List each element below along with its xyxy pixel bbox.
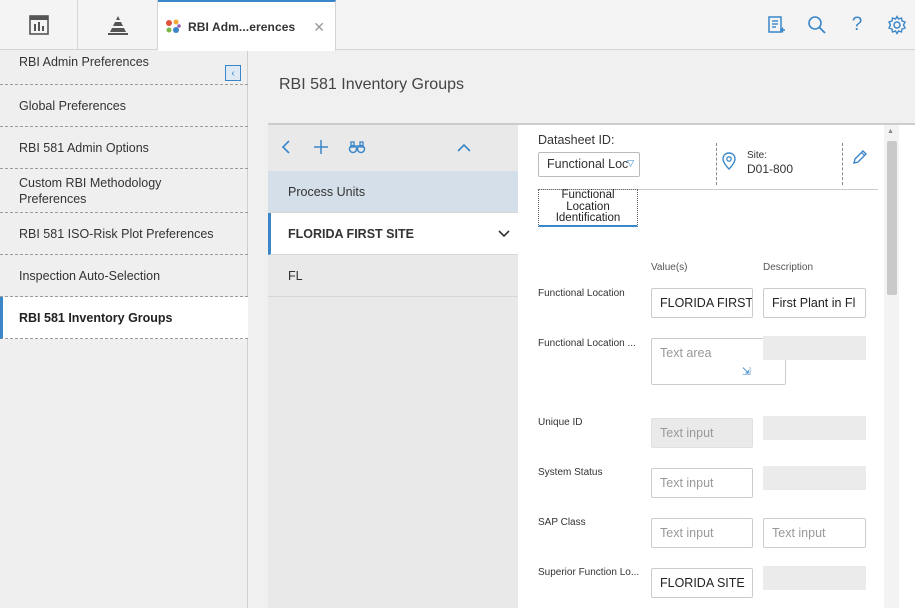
nav-item-label: Global Preferences	[19, 98, 127, 113]
bookmark-list-icon[interactable]	[765, 14, 787, 36]
nav-item-label: RBI 581 ISO-Risk Plot Preferences	[19, 226, 214, 241]
edit-pencil-icon[interactable]	[852, 149, 868, 165]
location-pin-icon	[722, 152, 736, 170]
datasheet-id-value: Functional Loc	[547, 157, 629, 171]
field-label-superior-functional-location: Superior Function Lo...	[538, 567, 640, 578]
sap-class-description[interactable]: Text input	[763, 518, 866, 548]
nav-item-rbi-581-admin-options[interactable]: RBI 581 Admin Options	[0, 127, 248, 169]
subtab-label: Functional Location Identification	[555, 189, 621, 224]
field-label-functional-location: Functional Location	[538, 288, 625, 299]
nav-item-label: RBI 581 Inventory Groups	[19, 310, 173, 325]
nav-item-inspection-auto-selection[interactable]: Inspection Auto-Selection	[0, 255, 248, 297]
column-header-description: Description	[763, 262, 814, 273]
readonly-description	[763, 566, 866, 590]
help-icon[interactable]: ?	[846, 14, 868, 36]
field-label-system-status: System Status	[538, 467, 603, 478]
tree-row-label: FLORIDA FIRST SITE	[288, 226, 414, 241]
unique-id-input[interactable]: Text input	[651, 418, 753, 448]
back-chevron-icon[interactable]	[276, 137, 296, 157]
search-icon[interactable]	[806, 14, 828, 36]
gear-icon[interactable]	[886, 14, 908, 36]
resize-arrow-icon[interactable]: ⇲	[742, 365, 751, 378]
scrollbar-thumb[interactable]	[887, 141, 897, 295]
field-label-functional-location-long: Functional Location ...	[538, 338, 636, 349]
collapse-panel-button[interactable]: ‹	[225, 65, 241, 81]
nav-item-global-preferences[interactable]: Global Preferences	[0, 85, 248, 127]
asset-hierarchy-button[interactable]	[78, 0, 158, 50]
sap-class-input[interactable]: Text input	[651, 518, 753, 548]
tab-title: RBI Adm...erences	[188, 19, 296, 34]
subtab-functional-location-identification[interactable]: Functional Location Identification	[538, 189, 638, 227]
nav-item-label: RBI Admin Preferences	[19, 54, 149, 69]
field-label-unique-id: Unique ID	[538, 417, 583, 428]
datasheet-id-select[interactable]: Functional Loc ▽	[538, 152, 640, 177]
hierarchy-pyramid-icon	[107, 16, 128, 35]
site-value: D01-800	[747, 162, 794, 176]
nav-item-rbi-581-inventory-groups[interactable]: RBI 581 Inventory Groups	[0, 297, 248, 339]
dashboard-button[interactable]	[0, 0, 78, 50]
tree-row-fl[interactable]: FL	[268, 255, 518, 297]
functional-location-input[interactable]: FLORIDA FIRST	[651, 288, 753, 318]
nav-item-custom-rbi-methodology[interactable]: Custom RBI Methodology Preferences	[0, 169, 248, 213]
textarea-placeholder: Text area	[660, 346, 712, 360]
dashboard-icon	[28, 15, 49, 35]
nav-item-label: RBI 581 Admin Options	[19, 140, 149, 155]
nav-item-iso-risk-plot[interactable]: RBI 581 ISO-Risk Plot Preferences	[0, 213, 248, 255]
site-label: Site:	[747, 150, 768, 161]
divider	[716, 143, 717, 185]
scroll-up-arrow-icon[interactable]: ▲	[887, 128, 894, 135]
nav-item-label: Inspection Auto-Selection	[19, 268, 161, 283]
functional-location-description[interactable]: First Plant in Fl	[763, 288, 866, 318]
add-icon[interactable]	[311, 137, 331, 157]
tree-row-label: FL	[288, 268, 303, 283]
chevron-left-icon: ‹	[231, 67, 235, 79]
chevron-down-icon[interactable]	[497, 229, 511, 239]
system-status-input[interactable]: Text input	[651, 468, 753, 498]
nav-item-rbi-admin-preferences[interactable]: RBI Admin Preferences	[0, 51, 248, 85]
hierarchy-panel: Process Units FLORIDA FIRST SITE FL	[268, 123, 518, 608]
caret-down-icon: ▽	[627, 158, 634, 168]
hierarchy-toolbar	[268, 125, 518, 171]
chevron-up-icon[interactable]	[454, 137, 474, 157]
superior-functional-location-input[interactable]: FLORIDA SITE	[651, 568, 753, 598]
tab-rbi-admin-preferences[interactable]: RBI Adm...erences ✕	[158, 0, 336, 51]
divider	[842, 143, 843, 185]
left-navigation: RBI Admin Preferences ‹ Global Preferenc…	[0, 51, 248, 608]
readonly-description	[763, 466, 866, 490]
datasheet-panel: Datasheet ID: Functional Loc ▽ Site: D01…	[518, 123, 915, 608]
field-label-sap-class: SAP Class	[538, 517, 586, 528]
readonly-description	[763, 336, 866, 360]
app-colored-dots-icon	[166, 19, 181, 33]
tree-row-process-units[interactable]: Process Units	[268, 171, 518, 213]
readonly-description	[763, 416, 866, 440]
tree-row-florida-first-site[interactable]: FLORIDA FIRST SITE	[268, 213, 518, 255]
top-bar: RBI Adm...erences ✕ ?	[0, 0, 915, 51]
tree-row-label: Process Units	[288, 184, 366, 199]
binoculars-icon[interactable]	[347, 137, 367, 157]
page-title: RBI 581 Inventory Groups	[279, 76, 464, 93]
datasheet-id-label: Datasheet ID:	[538, 133, 615, 147]
column-header-values: Value(s)	[651, 262, 688, 273]
close-icon[interactable]: ✕	[313, 19, 325, 36]
nav-item-label: Custom RBI Methodology Preferences	[19, 175, 162, 206]
